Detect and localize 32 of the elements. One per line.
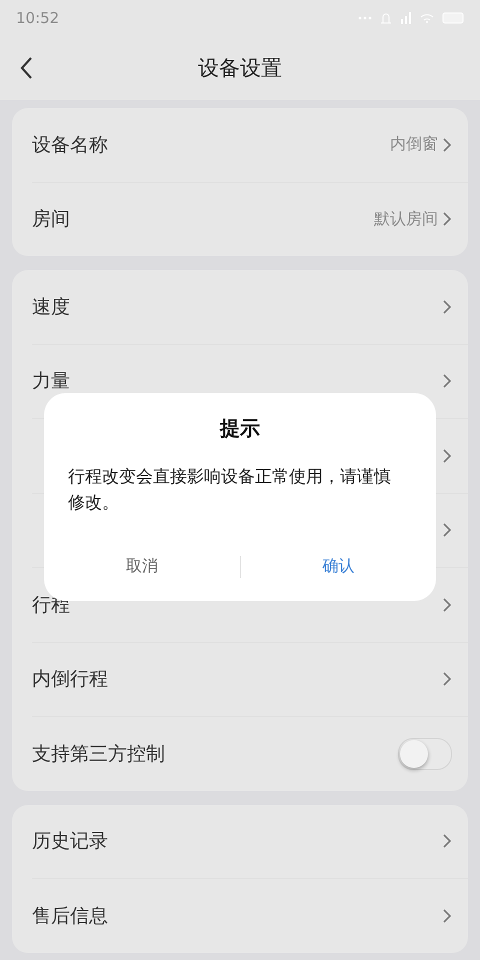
setting-label[interactable]: 力量: [32, 368, 70, 394]
chevron-icon: [442, 448, 452, 464]
chevron-icon: [442, 373, 452, 390]
chevron-icon: [442, 908, 452, 924]
chevron-icon: [442, 833, 452, 850]
confirm-button[interactable]: 确认: [240, 548, 436, 585]
back-icon: [19, 56, 33, 80]
signal-icon: [400, 12, 412, 24]
page-title: 设备设置: [198, 55, 282, 82]
wifi-icon: [420, 13, 434, 23]
status-time: 10:52: [16, 9, 60, 27]
battery-icon: [442, 12, 464, 24]
setting-value: 默认房间: [374, 208, 438, 230]
chevron-icon: [442, 298, 452, 315]
chevron-icon: [442, 596, 452, 613]
chevron-icon: [442, 136, 452, 153]
setting-label[interactable]: 设备名称: [32, 132, 108, 158]
dialog-title: 提示: [220, 415, 260, 442]
setting-label[interactable]: 内倒行程: [32, 666, 108, 692]
dialog-message: 行程改变会直接影响设备正常使用，请谨慎修改。: [68, 466, 392, 515]
bell-icon: [380, 12, 392, 24]
cancel-button[interactable]: 取消: [44, 548, 240, 585]
chevron-icon: [442, 211, 452, 228]
setting-label[interactable]: 售后信息: [32, 902, 108, 929]
chevron-icon: [442, 522, 452, 538]
setting-label[interactable]: 支持第三方控制: [32, 740, 165, 767]
setting-label[interactable]: 速度: [32, 294, 70, 320]
chevron-icon: [442, 671, 452, 688]
toggle-switch[interactable]: [398, 738, 452, 770]
setting-label[interactable]: 历史记录: [32, 828, 108, 854]
setting-label[interactable]: 房间: [32, 206, 70, 232]
setting-value: 内倒窗: [390, 134, 438, 156]
